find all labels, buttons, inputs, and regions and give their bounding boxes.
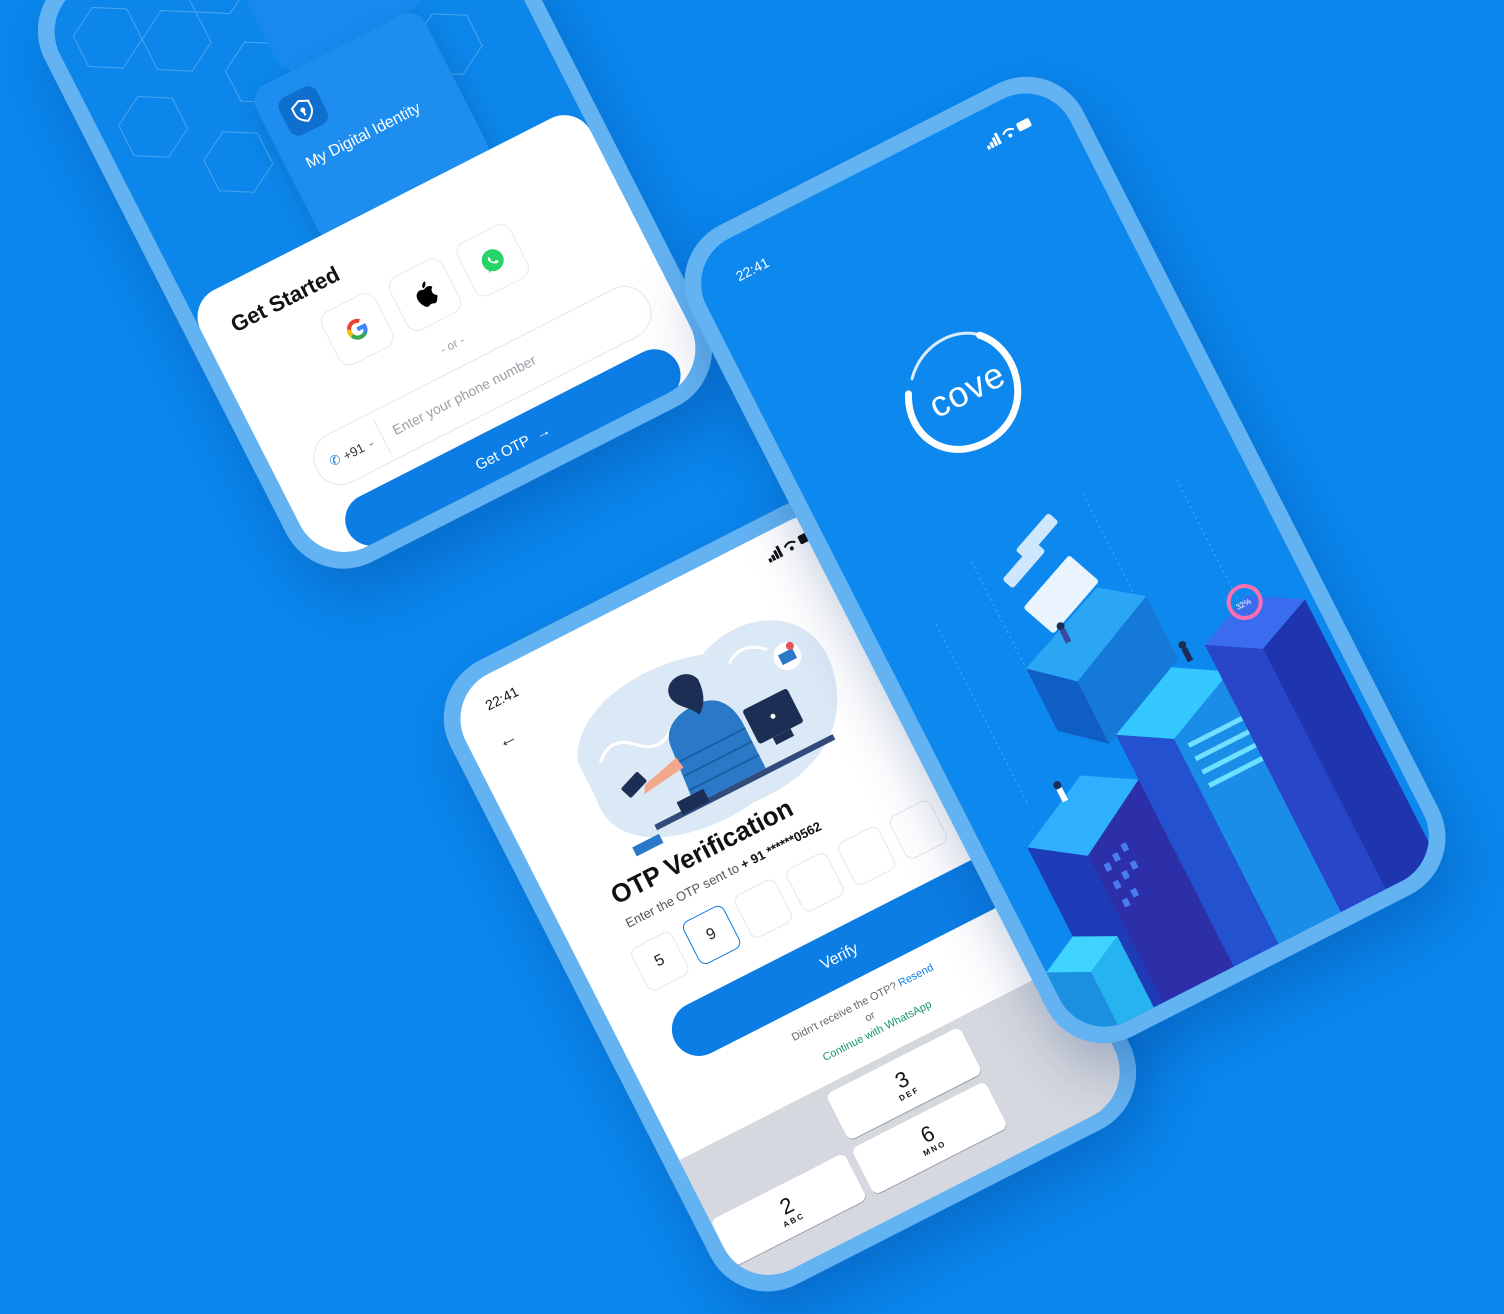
terms-of-service-link[interactable]: Terms of Service — [545, 445, 623, 493]
otp-digit-input[interactable]: 5 — [628, 929, 692, 994]
terms-suffix: . — [552, 495, 561, 508]
apple-login-button[interactable] — [384, 254, 466, 336]
phone-icon: ✆ — [326, 450, 344, 470]
login-phone-frame: My Digital Identity Get Started - or - ✆… — [15, 0, 735, 591]
key-2[interactable]: 2 ABC — [710, 1152, 868, 1268]
login-screen: My Digital Identity Get Started - or - ✆… — [37, 0, 713, 570]
terms-and: and — [621, 435, 643, 455]
get-otp-label: Get OTP — [472, 431, 533, 474]
back-arrow-icon[interactable]: ← — [494, 725, 522, 755]
otp-digit-input[interactable] — [731, 876, 795, 941]
status-time: 22:41 — [733, 254, 772, 285]
apple-icon — [416, 281, 438, 307]
country-code-select[interactable]: ✆ +91 ⌄ — [313, 418, 392, 485]
whatsapp-login-button[interactable] — [452, 219, 534, 301]
status-time: 22:41 — [482, 683, 522, 714]
or-text: or — [863, 1009, 878, 1025]
signal-wifi-battery-icon — [986, 118, 1032, 151]
google-icon — [346, 318, 368, 340]
shield-icon — [275, 82, 332, 140]
google-login-button[interactable] — [316, 288, 398, 370]
or-divider: - or - — [437, 332, 467, 357]
chevron-down-icon: ⌄ — [364, 435, 377, 450]
otp-digit-input[interactable] — [886, 797, 950, 862]
arrow-right-icon: → — [532, 421, 554, 444]
otp-digit-input[interactable] — [783, 850, 847, 915]
country-code-value: +91 — [340, 439, 367, 463]
otp-digit-input[interactable]: 9 — [680, 903, 743, 967]
resend-link[interactable]: Resend — [896, 962, 935, 990]
cove-logo: cove — [868, 295, 1056, 483]
otp-digit-input[interactable] — [835, 824, 899, 888]
whatsapp-icon — [481, 249, 504, 274]
